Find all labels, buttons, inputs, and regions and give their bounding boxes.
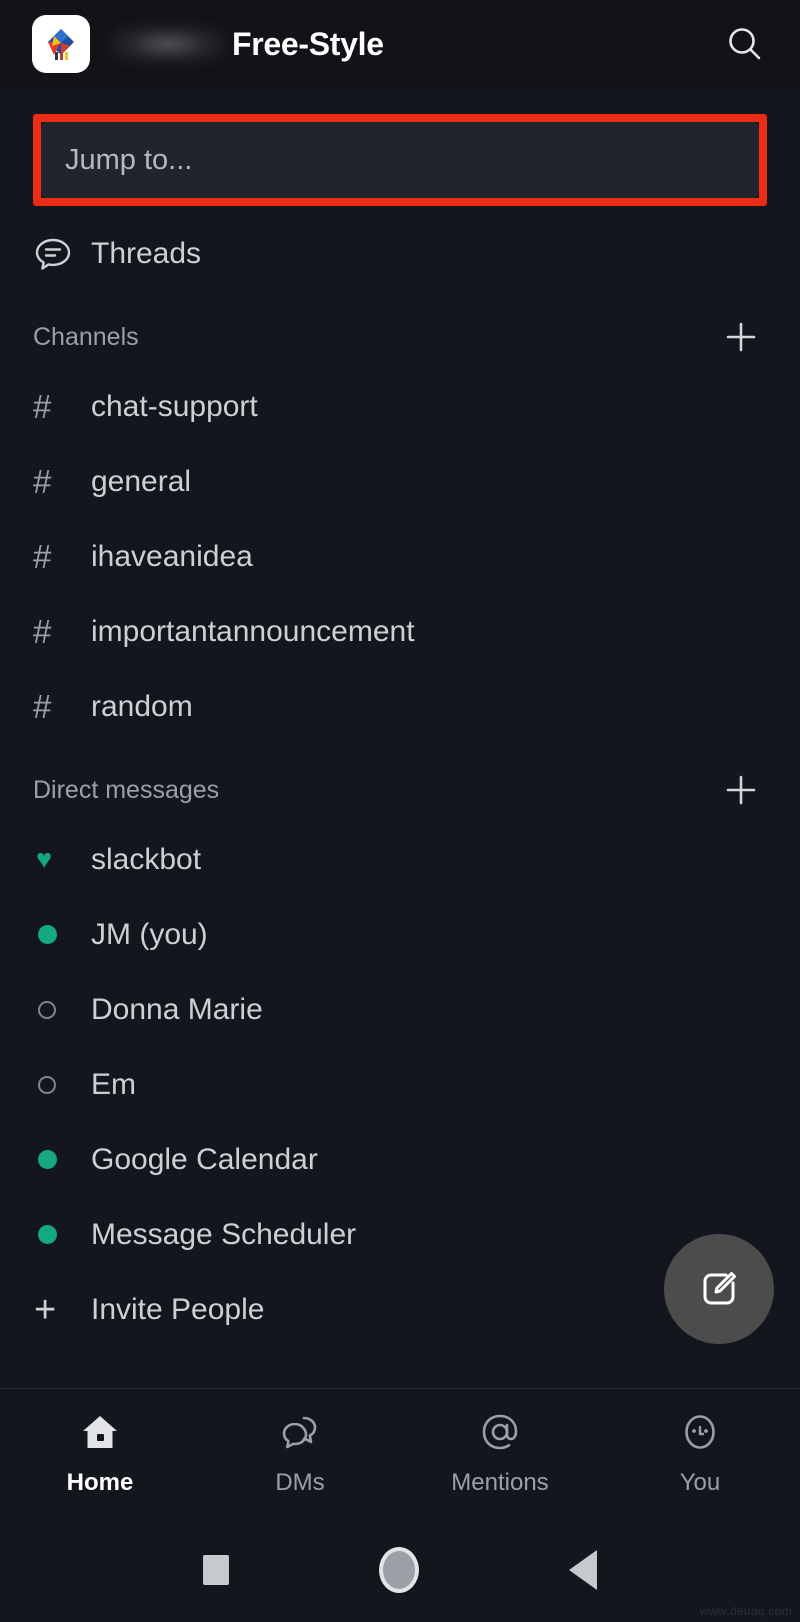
sidebar-dm-slackbot[interactable]: ♥ slackbot: [0, 822, 800, 897]
workspace-title-group[interactable]: Free-Style: [112, 25, 714, 63]
sidebar-item-label: Invite People: [91, 1292, 265, 1326]
watermark: www.deuaq.com: [700, 1604, 792, 1618]
online-presence-icon: [33, 1225, 79, 1244]
sidebar-item-label: importantannouncement: [91, 614, 415, 648]
tab-mentions[interactable]: Mentions: [400, 1410, 600, 1497]
page-title: Free-Style: [232, 25, 384, 62]
sidebar-item-label: slackbot: [91, 842, 202, 876]
search-icon[interactable]: [714, 13, 776, 75]
hash-glyph: #: [33, 613, 52, 650]
android-system-nav-bar: www.deuaq.com: [0, 1518, 800, 1622]
plus-icon: +: [33, 1291, 79, 1329]
sidebar-dm-jm-you[interactable]: JM (you): [0, 897, 800, 972]
sidebar-channel-random[interactable]: # random: [0, 669, 800, 744]
tab-label: You: [679, 1469, 721, 1496]
sidebar-item-label: Message Scheduler: [91, 1217, 357, 1251]
square-recents-icon[interactable]: [203, 1555, 229, 1585]
tab-dms[interactable]: DMs: [200, 1410, 400, 1497]
sidebar-item-label: random: [91, 689, 193, 723]
sidebar-item-label: Google Calendar: [91, 1142, 318, 1176]
search-input[interactable]: Jump to...: [41, 122, 759, 198]
add-channel-plus-icon[interactable]: [715, 311, 767, 363]
sidebar-list[interactable]: Threads Channels # chat-support # genera…: [0, 206, 800, 1388]
heart-presence-icon: ♥: [33, 846, 79, 873]
plus-glyph: +: [34, 1288, 57, 1331]
jump-to-search-container[interactable]: Jump to...: [33, 114, 767, 206]
offline-presence-icon: [33, 1000, 79, 1019]
hash-glyph: #: [33, 688, 52, 725]
sidebar-item-label: ihaveanidea: [91, 539, 253, 573]
sidebar-item-label: Em: [91, 1067, 136, 1101]
heart-glyph: ♥: [36, 844, 53, 874]
hash-icon: #: [33, 390, 79, 423]
workspace-name-redacted: [112, 25, 224, 63]
hash-glyph: #: [33, 463, 52, 500]
channels-section-title: Channels: [33, 322, 139, 351]
dms-section-header: Direct messages: [0, 758, 800, 822]
sidebar-item-label: general: [91, 464, 192, 498]
online-presence-icon: [33, 1150, 79, 1169]
sidebar-channel-ihaveanidea[interactable]: # ihaveanidea: [0, 519, 800, 594]
channels-section-header: Channels: [0, 305, 800, 369]
tab-label: DMs: [275, 1469, 325, 1496]
tab-label: Mentions: [451, 1469, 549, 1496]
sidebar-channel-importantannouncement[interactable]: # importantannouncement: [0, 594, 800, 669]
compose-fab-button[interactable]: [664, 1234, 774, 1344]
sidebar-channel-general[interactable]: # general: [0, 444, 800, 519]
sidebar-channel-chat-support[interactable]: # chat-support: [0, 369, 800, 444]
at-mention-icon: [478, 1410, 522, 1459]
sidebar-item-label: Threads: [91, 236, 202, 270]
hash-glyph: #: [33, 388, 52, 425]
triangle-back-icon[interactable]: [569, 1550, 597, 1590]
hash-icon: #: [33, 465, 79, 498]
sidebar-item-label: JM (you): [91, 917, 208, 951]
tab-you[interactable]: You: [600, 1410, 800, 1497]
hash-glyph: #: [33, 538, 52, 575]
app-header: Free-Style: [0, 0, 800, 88]
sidebar-item-label: Donna Marie: [91, 992, 263, 1026]
you-face-icon: [678, 1410, 722, 1459]
home-icon: [78, 1410, 122, 1459]
hash-icon: #: [33, 690, 79, 723]
sidebar-dm-donna-marie[interactable]: Donna Marie: [0, 972, 800, 1047]
bottom-tab-bar: Home DMs Mentions You: [0, 1388, 800, 1518]
sidebar-dm-google-calendar[interactable]: Google Calendar: [0, 1122, 800, 1197]
hash-icon: #: [33, 615, 79, 648]
threads-bubble-icon: [33, 234, 79, 274]
add-dm-plus-icon[interactable]: [715, 764, 767, 816]
tab-label: Home: [66, 1469, 134, 1496]
dms-section-title: Direct messages: [33, 775, 220, 804]
circle-home-icon[interactable]: [379, 1547, 419, 1593]
search-input-placeholder: Jump to...: [65, 143, 193, 176]
sidebar-item-threads[interactable]: Threads: [0, 216, 800, 291]
sidebar-item-label: chat-support: [91, 389, 258, 423]
online-presence-icon: [33, 925, 79, 944]
tab-home[interactable]: Home: [0, 1410, 200, 1497]
workspace-diamond-logo-icon[interactable]: [32, 15, 90, 73]
dms-bubbles-icon: [278, 1410, 322, 1459]
slack-mobile-screen: Free-Style Jump to... Threads Channels #…: [0, 0, 800, 1622]
hash-icon: #: [33, 540, 79, 573]
sidebar-dm-em[interactable]: Em: [0, 1047, 800, 1122]
offline-presence-icon: [33, 1075, 79, 1094]
